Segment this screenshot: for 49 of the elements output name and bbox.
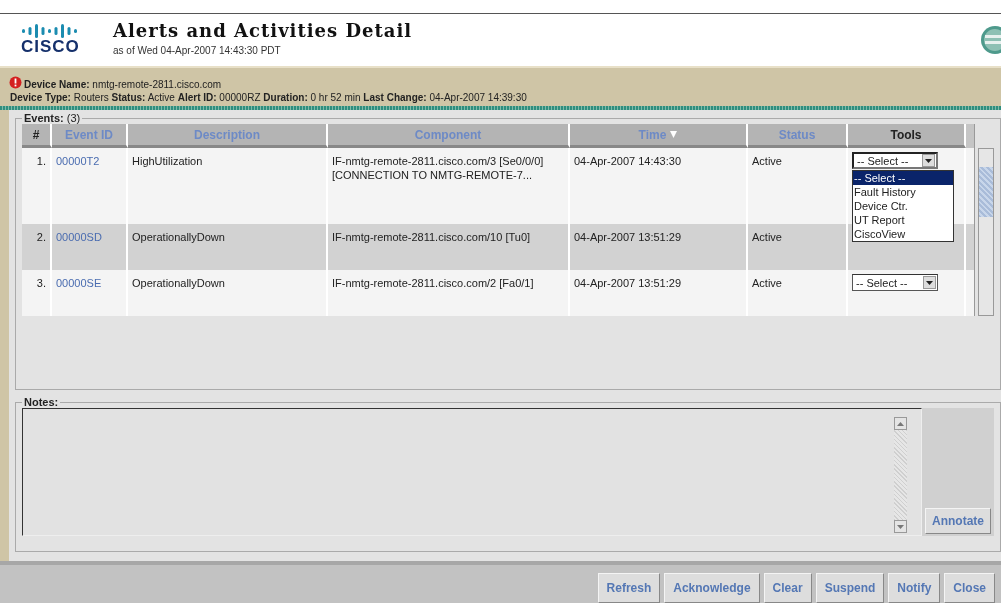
scroll-up-icon[interactable] <box>894 417 907 430</box>
dropdown-option[interactable]: CiscoView <box>853 227 953 241</box>
scrollbar[interactable] <box>978 148 994 316</box>
row-number: 3. <box>36 277 46 289</box>
row-number: 2. <box>36 231 46 243</box>
column-header: Tools <box>848 124 966 148</box>
scroll-down-icon[interactable] <box>894 520 907 533</box>
notes-label: Notes: <box>23 396 60 408</box>
description-cell: HighUtilization <box>132 155 203 167</box>
time-cell: 04-Apr-2007 13:51:29 <box>574 277 682 289</box>
annotate-button[interactable]: Annotate <box>925 508 991 534</box>
event-id-link[interactable]: 00000SE <box>56 277 102 289</box>
alert-icon <box>9 76 22 89</box>
dropdown-option[interactable]: UT Report <box>853 213 953 227</box>
page-title: Alerts and Activities Detail <box>113 20 414 41</box>
status-cell: Active <box>752 277 782 289</box>
tools-dropdown[interactable]: -- Select -- <box>852 152 938 169</box>
dropdown-option[interactable]: Device Ctr. <box>853 199 953 213</box>
description-cell: OperationallyDown <box>132 231 225 243</box>
action-button[interactable]: Close <box>944 573 995 603</box>
globe-icon[interactable] <box>979 26 1001 54</box>
time-cell: 04-Apr-2007 14:43:30 <box>574 155 682 167</box>
component-cell: IF-nmtg-remote-2811.cisco.com/2 [Fa0/1] <box>332 277 534 289</box>
notes-field[interactable] <box>22 408 922 536</box>
component-cell: IF-nmtg-remote-2811.cisco.com/10 [Tu0] <box>332 231 531 243</box>
timestamp: as of Wed 04-Apr-2007 14:43:30 PDT <box>113 45 282 56</box>
event-id-link[interactable]: 00000T2 <box>56 155 100 167</box>
action-button[interactable]: Acknowledge <box>664 573 760 603</box>
action-button[interactable]: Suspend <box>815 573 885 603</box>
time-cell: 04-Apr-2007 13:51:29 <box>574 231 682 243</box>
dropdown-option[interactable]: -- Select -- <box>853 171 953 185</box>
component-cell: IF-nmtg-remote-2811.cisco.com/3 [Se0/0/0] [CONNECTION TO NMTG-REMOTE-7... <box>332 155 544 181</box>
action-button[interactable]: Clear <box>763 573 812 603</box>
action-button[interactable]: Refresh <box>597 573 661 603</box>
tools-dropdown[interactable]: -- Select -- <box>852 274 938 291</box>
action-button[interactable]: Notify <box>888 573 941 603</box>
status-cell: Active <box>752 155 782 167</box>
logo-text: CISCO <box>21 38 80 56</box>
device-info-text: Device Name: nmtg-remote-2811.cisco.com <box>24 78 223 91</box>
device-info-text: Device Type: Routers Status: Active Alert ID: 00000RZ Duration: 0 hr 52 min Last Change: 04-Apr-2007 14:39:30 <box>10 91 527 104</box>
scroll-thumb[interactable] <box>979 167 993 217</box>
status-cell: Active <box>752 231 782 243</box>
events-label: Events: (3) <box>23 112 82 124</box>
column-header: # <box>22 124 52 148</box>
scrollbar[interactable] <box>894 417 907 533</box>
event-id-link[interactable]: 00000SD <box>56 231 102 243</box>
description-cell: OperationallyDown <box>132 277 225 289</box>
row-number: 1. <box>36 155 46 167</box>
dropdown-option[interactable]: Fault History <box>853 185 953 199</box>
